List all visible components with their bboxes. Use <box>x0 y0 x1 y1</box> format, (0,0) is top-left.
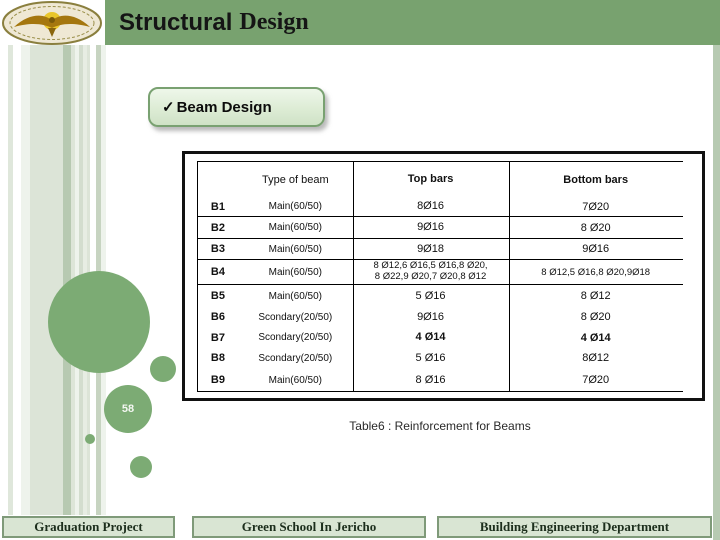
bottom-bars-value: 4 Ø14 <box>580 331 611 344</box>
slide-title-accent: Design <box>239 9 309 35</box>
decor-circle-small <box>150 356 176 382</box>
beam-type: Scondary(20/50) <box>258 352 333 364</box>
beam-type: Scondary(20/50) <box>258 311 333 323</box>
top-bars-value: 9Ø18 <box>417 242 444 255</box>
page-number: 58 <box>121 403 135 415</box>
table-row: B4 Main(60/50) 8 Ø12,6 Ø16,5 Ø16,8 Ø20, … <box>198 260 683 285</box>
table-row: B1 Main(60/50) 8Ø16 7Ø20 <box>198 197 683 217</box>
top-bars-value: 5 Ø16 <box>415 351 446 364</box>
beam-id: B6 <box>210 311 225 323</box>
presentation-slide: Structural Design ✓ Beam Design Type of … <box>0 0 720 540</box>
university-logo-icon <box>0 0 105 45</box>
footer-project-box: Graduation Project <box>2 516 175 538</box>
slide-header: Structural Design <box>105 0 720 45</box>
beam-id: B4 <box>210 266 225 278</box>
top-bars-value: 5 Ø16 <box>415 289 446 302</box>
reinforcement-table: Type of beam Top bars Bottom bars B1 Mai… <box>197 161 683 392</box>
footer-department-label: Building Engineering Department <box>479 519 670 534</box>
header-bottom-bars: Bottom bars <box>563 173 629 186</box>
beam-type: Scondary(20/50) <box>258 332 333 343</box>
right-edge-strip <box>713 45 720 540</box>
beam-id: B9 <box>210 374 225 386</box>
top-bars-value: 9Ø16 <box>417 310 444 323</box>
footer-project-label: Graduation Project <box>34 519 143 534</box>
table-caption: Table6 : Reinforcement for Beams <box>349 419 531 433</box>
beam-design-label: Beam Design <box>176 98 272 116</box>
bottom-bars-value: 9Ø16 <box>582 243 610 255</box>
bottom-bars-value: 8 Ø12,5 Ø16,8 Ø20,9Ø18 <box>541 266 651 278</box>
table-header-row: Type of beam Top bars Bottom bars <box>198 162 683 197</box>
top-bars-value: 4 Ø14 <box>415 331 446 344</box>
beam-type: Main(60/50) <box>268 266 322 278</box>
top-bars-value: 8Ø16 <box>417 200 444 213</box>
table-row: B5 Main(60/50) 5 Ø16 8 Ø12 <box>198 285 683 307</box>
slide-title-main: Structural <box>119 8 233 36</box>
footer-school-label: Green School In Jericho <box>241 519 377 534</box>
header-type-of-beam: Type of beam <box>261 173 329 186</box>
decor-circle-dot <box>85 434 95 444</box>
beam-id: B3 <box>210 243 225 255</box>
beam-type: Main(60/50) <box>268 222 322 233</box>
table-row: B8 Scondary(20/50) 5 Ø16 8Ø12 <box>198 348 683 368</box>
top-bars-value: 8 Ø16 <box>415 373 446 386</box>
beam-id: B1 <box>210 200 225 213</box>
top-bars-value: 8 Ø12,6 Ø16,5 Ø16,8 Ø20, 8 Ø22,9 Ø20,7 Ø… <box>373 260 488 282</box>
beam-id: B8 <box>210 352 225 364</box>
beam-type: Main(60/50) <box>268 243 322 255</box>
bottom-bars-value: 7Ø20 <box>582 200 610 213</box>
bottom-bars-value: 7Ø20 <box>582 374 610 386</box>
beam-id: B2 <box>210 221 225 234</box>
footer-department-box: Building Engineering Department <box>437 516 712 538</box>
table-row: B7 Scondary(20/50) 4 Ø14 4 Ø14 <box>198 327 683 348</box>
header-top-bars: Top bars <box>407 173 454 186</box>
beam-id: B5 <box>210 290 225 302</box>
beam-id: B7 <box>210 331 225 344</box>
page-number-badge: 58 <box>104 385 152 433</box>
top-bars-value: 9Ø16 <box>417 221 444 234</box>
table-row: B3 Main(60/50) 9Ø18 9Ø16 <box>198 239 683 260</box>
footer-school-box: Green School In Jericho <box>192 516 426 538</box>
decor-circle-large <box>48 271 150 373</box>
beam-design-callout: ✓ Beam Design <box>148 87 325 127</box>
column-divider <box>509 162 510 391</box>
beam-type: Main(60/50) <box>268 201 322 212</box>
bottom-bars-value: 8 Ø20 <box>580 221 611 234</box>
decor-circle-bottom <box>130 456 152 478</box>
table-row: B6 Scondary(20/50) 9Ø16 8 Ø20 <box>198 307 683 327</box>
bottom-bars-value: 8 Ø20 <box>580 311 611 323</box>
column-divider <box>353 162 354 391</box>
beam-type: Main(60/50) <box>268 374 322 386</box>
bottom-bars-value: 8 Ø12 <box>580 290 611 302</box>
header-empty <box>198 162 238 197</box>
bottom-bars-value: 8Ø12 <box>582 352 610 364</box>
checkmark-icon: ✓ <box>162 99 175 116</box>
beam-type: Main(60/50) <box>268 290 322 302</box>
table-row: B9 Main(60/50) 8 Ø16 7Ø20 <box>198 368 683 392</box>
table-row: B2 Main(60/50) 9Ø16 8 Ø20 <box>198 217 683 239</box>
